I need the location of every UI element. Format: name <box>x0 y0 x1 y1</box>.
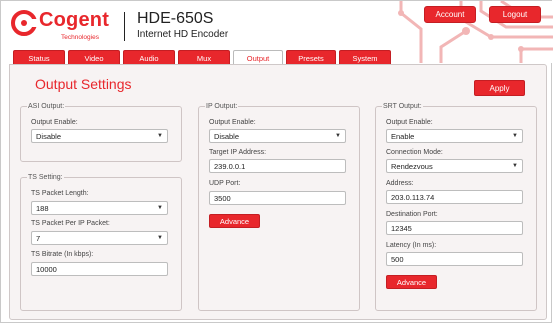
ip-enable-select[interactable]: Disable ▼ <box>209 129 346 143</box>
udp-port-input[interactable]: 3500 <box>209 191 346 205</box>
ip-output-group: IP Output: Output Enable: Disable ▼ Targ… <box>198 102 360 311</box>
srt-advance-button[interactable]: Advance <box>386 275 437 289</box>
destination-port-input[interactable]: 12345 <box>386 221 523 235</box>
ts-packet-length-select[interactable]: 188 ▼ <box>31 201 168 215</box>
srt-output-group: SRT Output: Output Enable: Enable ▼ Conn… <box>375 102 537 311</box>
ts-packet-per-ip-value: 7 <box>36 233 41 243</box>
brand-name: Cogent <box>39 9 110 31</box>
chevron-down-icon: ▼ <box>157 133 163 139</box>
chevron-down-icon: ▼ <box>157 235 163 241</box>
apply-button[interactable]: Apply <box>474 80 525 96</box>
brand-subtitle: Technologies <box>61 34 99 41</box>
ts-setting-legend: TS Setting: <box>27 173 64 182</box>
asi-output-legend: ASI Output: <box>27 102 66 111</box>
ts-packet-length-value: 188 <box>36 203 49 213</box>
tab-bar: Status Video Audio Mux Output Presets Sy… <box>13 50 394 66</box>
ts-setting-group: TS Setting: TS Packet Length: 188 ▼ TS P… <box>20 173 182 311</box>
chevron-down-icon: ▼ <box>335 133 341 139</box>
ip-output-legend: IP Output: <box>205 102 239 111</box>
destination-port-label: Destination Port: <box>386 211 438 218</box>
connection-mode-label: Connection Mode: <box>386 149 443 156</box>
model-name: HDE-650S <box>137 10 214 27</box>
asi-enable-value: Disable <box>36 131 62 141</box>
udp-port-label: UDP Port: <box>209 180 241 187</box>
srt-enable-value: Enable <box>391 131 415 141</box>
latency-label: Latency (In ms): <box>386 242 437 249</box>
target-ip-label: Target IP Address: <box>209 149 267 156</box>
tab-system[interactable]: System <box>339 50 391 65</box>
ip-enable-label: Output Enable: <box>209 119 256 126</box>
tab-audio[interactable]: Audio <box>123 50 175 65</box>
header-divider <box>124 12 125 41</box>
srt-enable-select[interactable]: Enable ▼ <box>386 129 523 143</box>
logo: Cogent Technologies <box>11 8 111 42</box>
asi-output-group: ASI Output: Output Enable: Disable ▼ <box>20 102 182 162</box>
tab-presets[interactable]: Presets <box>286 50 336 65</box>
page-title: Output Settings <box>35 76 132 92</box>
account-button[interactable]: Account <box>424 6 476 23</box>
chevron-down-icon: ▼ <box>157 205 163 211</box>
ip-enable-value: Disable <box>214 131 240 141</box>
asi-enable-select[interactable]: Disable ▼ <box>31 129 168 143</box>
target-ip-input[interactable]: 239.0.0.1 <box>209 159 346 173</box>
ts-bitrate-label: TS Bitrate (In kbps): <box>31 251 94 258</box>
ts-packet-per-ip-label: TS Packet Per IP Packet: <box>31 220 110 227</box>
tab-video[interactable]: Video <box>68 50 120 65</box>
app-window: Cogent Technologies HDE-650S Internet HD… <box>0 0 553 323</box>
ts-packet-per-ip-select[interactable]: 7 ▼ <box>31 231 168 245</box>
tab-status[interactable]: Status <box>13 50 65 65</box>
ts-bitrate-input[interactable]: 10000 <box>31 262 168 276</box>
srt-address-input[interactable]: 203.0.113.74 <box>386 190 523 204</box>
latency-input[interactable]: 500 <box>386 252 523 266</box>
connection-mode-value: Rendezvous <box>391 161 433 171</box>
ts-packet-length-label: TS Packet Length: <box>31 190 89 197</box>
product-name: Internet HD Encoder <box>137 29 229 40</box>
tab-mux[interactable]: Mux <box>178 50 230 65</box>
srt-output-legend: SRT Output: <box>382 102 423 111</box>
output-settings-panel: Output Settings Apply ASI Output: Output… <box>9 64 547 320</box>
logout-button[interactable]: Logout <box>489 6 541 23</box>
connection-mode-select[interactable]: Rendezvous ▼ <box>386 159 523 173</box>
asi-enable-label: Output Enable: <box>31 119 78 126</box>
chevron-down-icon: ▼ <box>512 133 518 139</box>
cogent-logo-icon <box>11 10 37 36</box>
chevron-down-icon: ▼ <box>512 163 518 169</box>
srt-address-label: Address: <box>386 180 414 187</box>
srt-enable-label: Output Enable: <box>386 119 433 126</box>
ip-advance-button[interactable]: Advance <box>209 214 260 228</box>
